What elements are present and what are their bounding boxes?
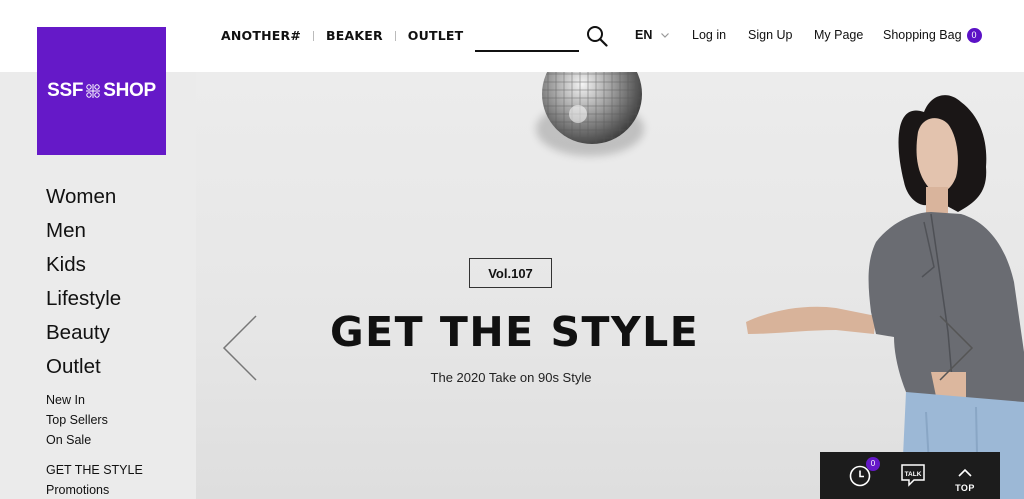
language-label: EN [635, 28, 653, 42]
nav-item-women[interactable]: Women [46, 180, 121, 214]
nav-item-lifestyle[interactable]: Lifestyle [46, 282, 121, 316]
nav-item-get-the-style[interactable]: GET THE STYLE [46, 460, 143, 480]
chevron-down-icon [661, 33, 670, 38]
nav-item-top-sellers[interactable]: Top Sellers [46, 410, 108, 430]
hero-title: GET THE STYLE [330, 308, 700, 356]
hero-subtitle: The 2020 Take on 90s Style [430, 370, 592, 385]
brand-links: ANOTHER# BEAKER OUTLET [221, 28, 463, 43]
search-input[interactable] [475, 50, 579, 52]
hero-banner[interactable]: Vol.107 GET THE STYLE The 2020 Take on 9… [196, 72, 1024, 499]
shopping-bag-label: Shopping Bag [883, 28, 962, 42]
site-logo[interactable]: SSF SHOP [37, 27, 166, 155]
recently-viewed-count-badge: 0 [866, 457, 880, 471]
signup-link[interactable]: Sign Up [748, 28, 792, 42]
bag-count-badge: 0 [966, 28, 982, 43]
search-icon[interactable] [586, 25, 608, 47]
divider [313, 30, 314, 41]
carousel-prev-arrow-icon[interactable] [220, 312, 260, 384]
brand-link-outlet[interactable]: OUTLET [408, 28, 464, 43]
carousel-next-arrow-icon[interactable] [936, 312, 976, 384]
talk-chat-icon[interactable]: TALK [900, 463, 926, 487]
disco-ball-image [542, 72, 642, 144]
brand-link-another[interactable]: ANOTHER# [221, 28, 301, 43]
nav-item-men[interactable]: Men [46, 214, 121, 248]
secondary-nav: New In Top Sellers On Sale [46, 390, 108, 450]
main-category-nav: Women Men Kids Lifestyle Beauty Outlet [46, 180, 121, 384]
scroll-to-top-button[interactable]: TOP [950, 464, 980, 493]
nav-item-on-sale[interactable]: On Sale [46, 430, 108, 450]
chevron-up-icon [958, 468, 972, 477]
divider [394, 30, 396, 41]
brand-link-beaker[interactable]: BEAKER [326, 28, 383, 43]
top-label: TOP [955, 483, 975, 493]
logo-text-right: SHOP [103, 80, 156, 101]
language-selector[interactable]: EN [635, 28, 670, 42]
shopping-bag-link[interactable]: Shopping Bag 0 [883, 28, 982, 43]
model-photo [746, 95, 1024, 499]
editorial-nav: GET THE STYLE Promotions [46, 460, 143, 499]
volume-badge: Vol.107 [469, 258, 552, 288]
nav-item-new-in[interactable]: New In [46, 390, 108, 410]
nav-item-outlet[interactable]: Outlet [46, 350, 121, 384]
nav-item-beauty[interactable]: Beauty [46, 316, 121, 350]
logo-mark-icon [86, 84, 101, 98]
talk-label: TALK [905, 471, 922, 478]
floating-quick-bar: 0 TALK TOP [820, 452, 1000, 499]
logo-text-left: SSF [47, 80, 84, 101]
login-link[interactable]: Log in [692, 28, 726, 42]
mypage-link[interactable]: My Page [814, 28, 863, 42]
nav-item-promotions[interactable]: Promotions [46, 480, 143, 499]
nav-item-kids[interactable]: Kids [46, 248, 121, 282]
